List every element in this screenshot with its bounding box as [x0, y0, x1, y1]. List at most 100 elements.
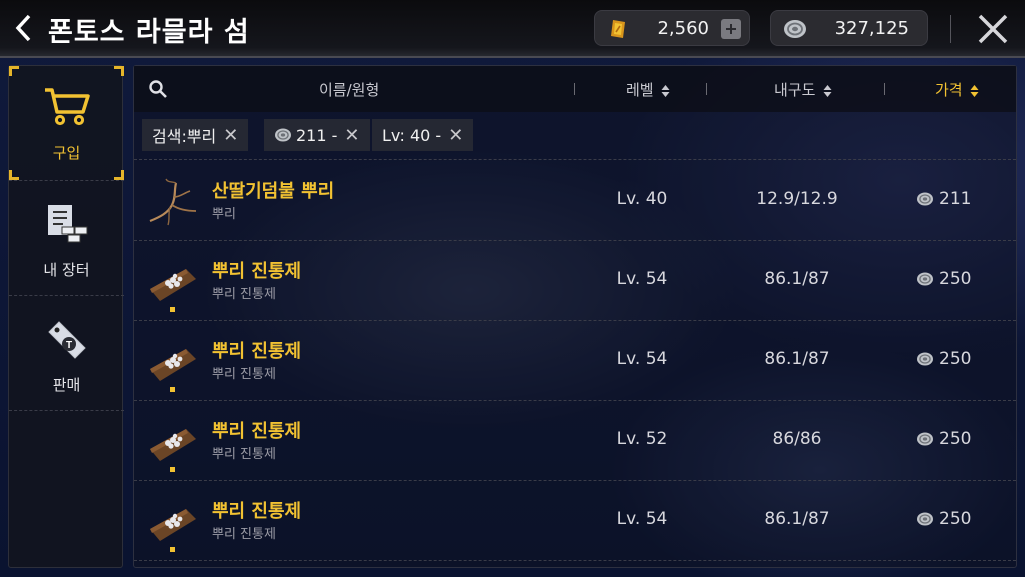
item-subtitle: 뿌리 — [212, 207, 236, 222]
remove-filter-icon[interactable]: ✕ — [344, 125, 359, 146]
item-name: 뿌리 진통제 — [212, 501, 302, 522]
header-separator — [884, 83, 885, 95]
item-name: 뿌리 진통제 — [212, 341, 302, 362]
item-level: Lv. 54 — [616, 269, 668, 289]
item-price-value: 250 — [939, 269, 972, 289]
sidebar-item-buy[interactable]: 구입 — [9, 66, 124, 181]
item-durability: 12.9/12.9 — [756, 189, 838, 209]
item-level: Lv. 54 — [616, 509, 668, 529]
root-icon — [149, 178, 197, 226]
header-separator — [574, 83, 575, 95]
column-header-name-label: 이름/원형 — [319, 81, 380, 99]
close-button[interactable] — [974, 10, 1012, 48]
silver-value: 327,125 — [834, 18, 909, 39]
plank-icon — [150, 429, 196, 461]
item-level: Lv. 40 — [616, 189, 668, 209]
sidebar-item-sell[interactable]: T 판매 — [9, 296, 124, 411]
silver-currency: 327,125 — [770, 10, 928, 46]
market-list-panel: 이름/원형 레벨 내구도 가격 검색:뿌리 ✕ 211 - ✕ Lv: 40 -… — [133, 65, 1017, 568]
table-header: 이름/원형 레벨 내구도 가격 — [134, 66, 1016, 112]
filter-chip-label: 검색:뿌리 — [152, 127, 217, 146]
top-divider — [950, 15, 951, 43]
sort-icon — [970, 84, 979, 97]
item-name: 뿌리 진통제 — [212, 261, 302, 282]
sidebar: 구입 내 장터 T 판매 — [8, 65, 124, 568]
column-header-durability-label: 내구도 — [774, 81, 816, 99]
search-button[interactable] — [148, 79, 168, 103]
close-icon — [978, 14, 1008, 44]
back-button[interactable] — [8, 10, 38, 46]
gold-value: 2,560 — [657, 18, 709, 39]
item-name: 뿌리 진통제 — [212, 421, 302, 442]
item-subtitle: 뿌리 진통제 — [212, 367, 276, 382]
stall-icon — [47, 205, 87, 243]
item-price-value: 211 — [939, 189, 972, 209]
item-price-value: 250 — [939, 429, 972, 449]
top-bar: 폰토스 라믈라 섬 2,560 327,125 — [0, 0, 1025, 58]
plank-icon — [150, 509, 196, 541]
sidebar-item-my-stall[interactable]: 내 장터 — [9, 181, 124, 296]
price-tag-icon: T — [47, 321, 86, 359]
item-price: 250 — [916, 509, 971, 529]
item-durability: 86.1/87 — [764, 269, 830, 289]
silver-coin-icon — [917, 192, 933, 206]
filter-chip-price[interactable]: 211 - ✕ — [264, 119, 370, 151]
add-currency-button[interactable] — [721, 19, 741, 39]
item-price: 250 — [916, 429, 971, 449]
column-header-price[interactable]: 가격 — [935, 79, 979, 100]
page-title: 폰토스 라믈라 섬 — [48, 17, 250, 48]
svg-text:T: T — [65, 340, 71, 351]
remove-filter-icon[interactable]: ✕ — [448, 125, 463, 146]
item-durability: 86.1/87 — [764, 509, 830, 529]
remove-filter-icon[interactable]: ✕ — [223, 125, 238, 146]
item-subtitle: 뿌리 진통제 — [212, 527, 276, 542]
plank-icon — [150, 349, 196, 381]
item-price-value: 250 — [939, 509, 972, 529]
item-durability: 86/86 — [772, 429, 822, 449]
column-header-durability[interactable]: 내구도 — [774, 79, 832, 100]
silver-coin-icon — [784, 20, 806, 38]
header-separator — [706, 83, 707, 95]
silver-coin-icon — [917, 352, 933, 366]
item-subtitle: 뿌리 진통제 — [212, 447, 276, 462]
filter-chip-level[interactable]: Lv: 40 - ✕ — [372, 119, 474, 151]
item-name: 산딸기덤불 뿌리 — [212, 181, 335, 202]
table-row[interactable]: 뿌리 진통제 뿌리 진통제 Lv. 54 86.1/87 250 — [134, 481, 1016, 561]
item-durability: 86.1/87 — [764, 349, 830, 369]
silver-coin-icon — [917, 272, 933, 286]
column-header-level-label: 레벨 — [626, 81, 654, 99]
selection-corner — [114, 170, 124, 180]
column-header-name[interactable]: 이름/원형 — [319, 79, 379, 100]
search-icon — [149, 80, 167, 98]
column-header-price-label: 가격 — [935, 81, 963, 99]
column-header-level[interactable]: 레벨 — [626, 79, 670, 100]
item-level: Lv. 52 — [616, 429, 668, 449]
grade-marker — [170, 547, 175, 552]
filter-chip-search[interactable]: 검색:뿌리 ✕ — [142, 119, 249, 151]
grade-marker — [170, 387, 175, 392]
table-row[interactable]: 뿌리 진통제 뿌리 진통제 Lv. 52 86/86 250 — [134, 401, 1016, 481]
selection-corner — [114, 66, 124, 76]
sidebar-item-label: 내 장터 — [43, 261, 90, 279]
silver-coin-icon — [275, 128, 291, 142]
table-row[interactable]: 뿌리 진통제 뿌리 진통제 Lv. 54 86.1/87 250 — [134, 241, 1016, 321]
silver-coin-icon — [917, 432, 933, 446]
sidebar-item-label: 구입 — [52, 144, 81, 162]
item-level: Lv. 54 — [616, 349, 668, 369]
table-row[interactable]: 뿌리 진통제 뿌리 진통제 Lv. 54 86.1/87 250 — [134, 321, 1016, 401]
selection-corner — [9, 170, 19, 180]
chevron-left-icon — [15, 14, 31, 42]
sort-icon — [661, 84, 670, 97]
item-price: 250 — [916, 269, 971, 289]
filter-bar: 검색:뿌리 ✕ 211 - ✕ Lv: 40 - ✕ — [134, 112, 1016, 160]
filter-chip-label: Lv: 40 - — [382, 125, 442, 145]
item-price: 250 — [916, 349, 971, 369]
plus-icon — [726, 24, 736, 34]
grade-marker — [170, 307, 175, 312]
gold-ticket-icon — [611, 20, 625, 38]
selection-corner — [9, 66, 19, 76]
silver-coin-icon — [917, 512, 933, 526]
plank-icon — [150, 269, 196, 301]
table-row[interactable]: 산딸기덤불 뿌리 뿌리 Lv. 40 12.9/12.9 211 — [134, 161, 1016, 241]
filter-chip-label: 211 - — [296, 125, 338, 145]
